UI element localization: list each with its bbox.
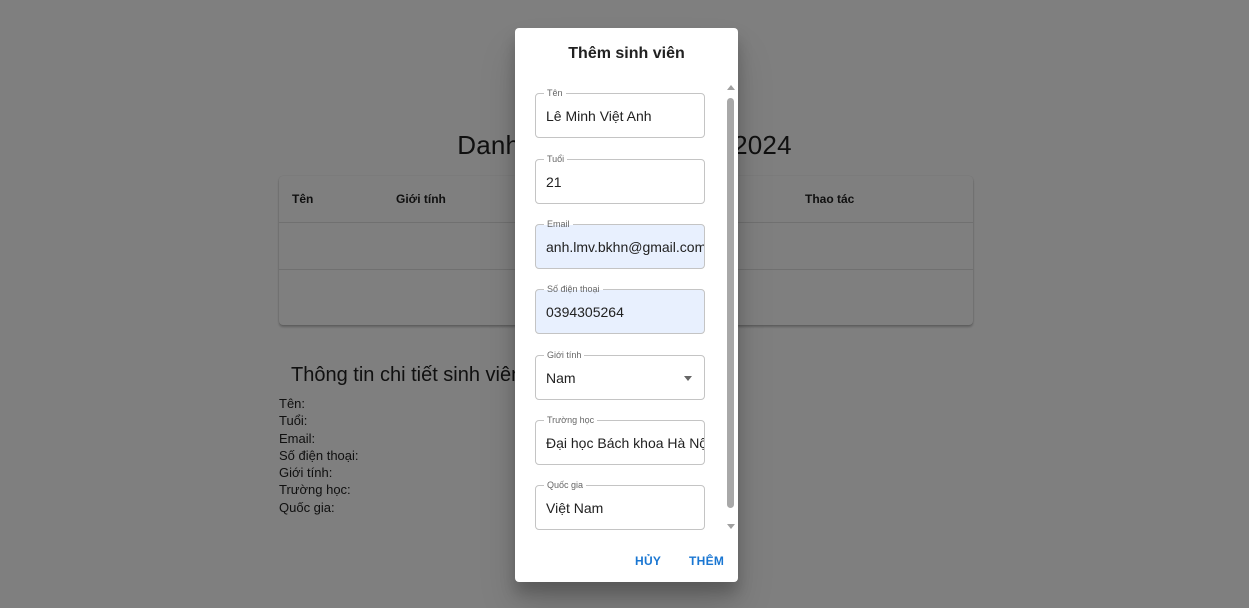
- cancel-button[interactable]: HỦY: [629, 550, 667, 572]
- age-field[interactable]: Tuổi 21: [535, 154, 705, 204]
- phone-field-value[interactable]: 0394305264: [546, 304, 704, 321]
- dialog-scrollbar[interactable]: [726, 84, 736, 534]
- age-field-label: Tuổi: [544, 154, 568, 165]
- gender-select-value[interactable]: Nam: [546, 370, 704, 387]
- email-field[interactable]: Email anh.lmv.bkhn@gmail.com: [535, 219, 705, 269]
- school-field-label: Trường học: [544, 415, 598, 426]
- country-field-label: Quốc gia: [544, 480, 587, 491]
- name-field[interactable]: Tên Lê Minh Việt Anh: [535, 88, 705, 138]
- gender-select-label: Giới tính: [544, 350, 585, 361]
- scroll-down-arrow-icon[interactable]: [727, 524, 735, 529]
- country-field-value[interactable]: Việt Nam: [546, 500, 704, 517]
- name-field-label: Tên: [544, 88, 566, 99]
- age-field-value[interactable]: 21: [546, 174, 704, 191]
- phone-field[interactable]: Số điện thoại 0394305264: [535, 284, 705, 334]
- email-field-value[interactable]: anh.lmv.bkhn@gmail.com: [546, 239, 704, 256]
- gender-select[interactable]: Giới tính Nam: [535, 350, 705, 400]
- scrollbar-thumb[interactable]: [727, 98, 734, 508]
- add-student-dialog: Thêm sinh viên Tên Lê Minh Việt Anh Tuổi…: [515, 28, 738, 582]
- school-field-value[interactable]: Đại học Bách khoa Hà Nội: [546, 435, 704, 452]
- email-field-label: Email: [544, 219, 573, 230]
- scroll-up-arrow-icon[interactable]: [727, 85, 735, 90]
- add-button[interactable]: THÊM: [683, 550, 730, 572]
- phone-field-label: Số điện thoại: [544, 284, 603, 295]
- country-field[interactable]: Quốc gia Việt Nam: [535, 480, 705, 530]
- chevron-down-icon[interactable]: [684, 376, 692, 381]
- school-field[interactable]: Trường học Đại học Bách khoa Hà Nội: [535, 415, 705, 465]
- name-field-value[interactable]: Lê Minh Việt Anh: [546, 108, 704, 125]
- dialog-title: Thêm sinh viên: [568, 45, 685, 62]
